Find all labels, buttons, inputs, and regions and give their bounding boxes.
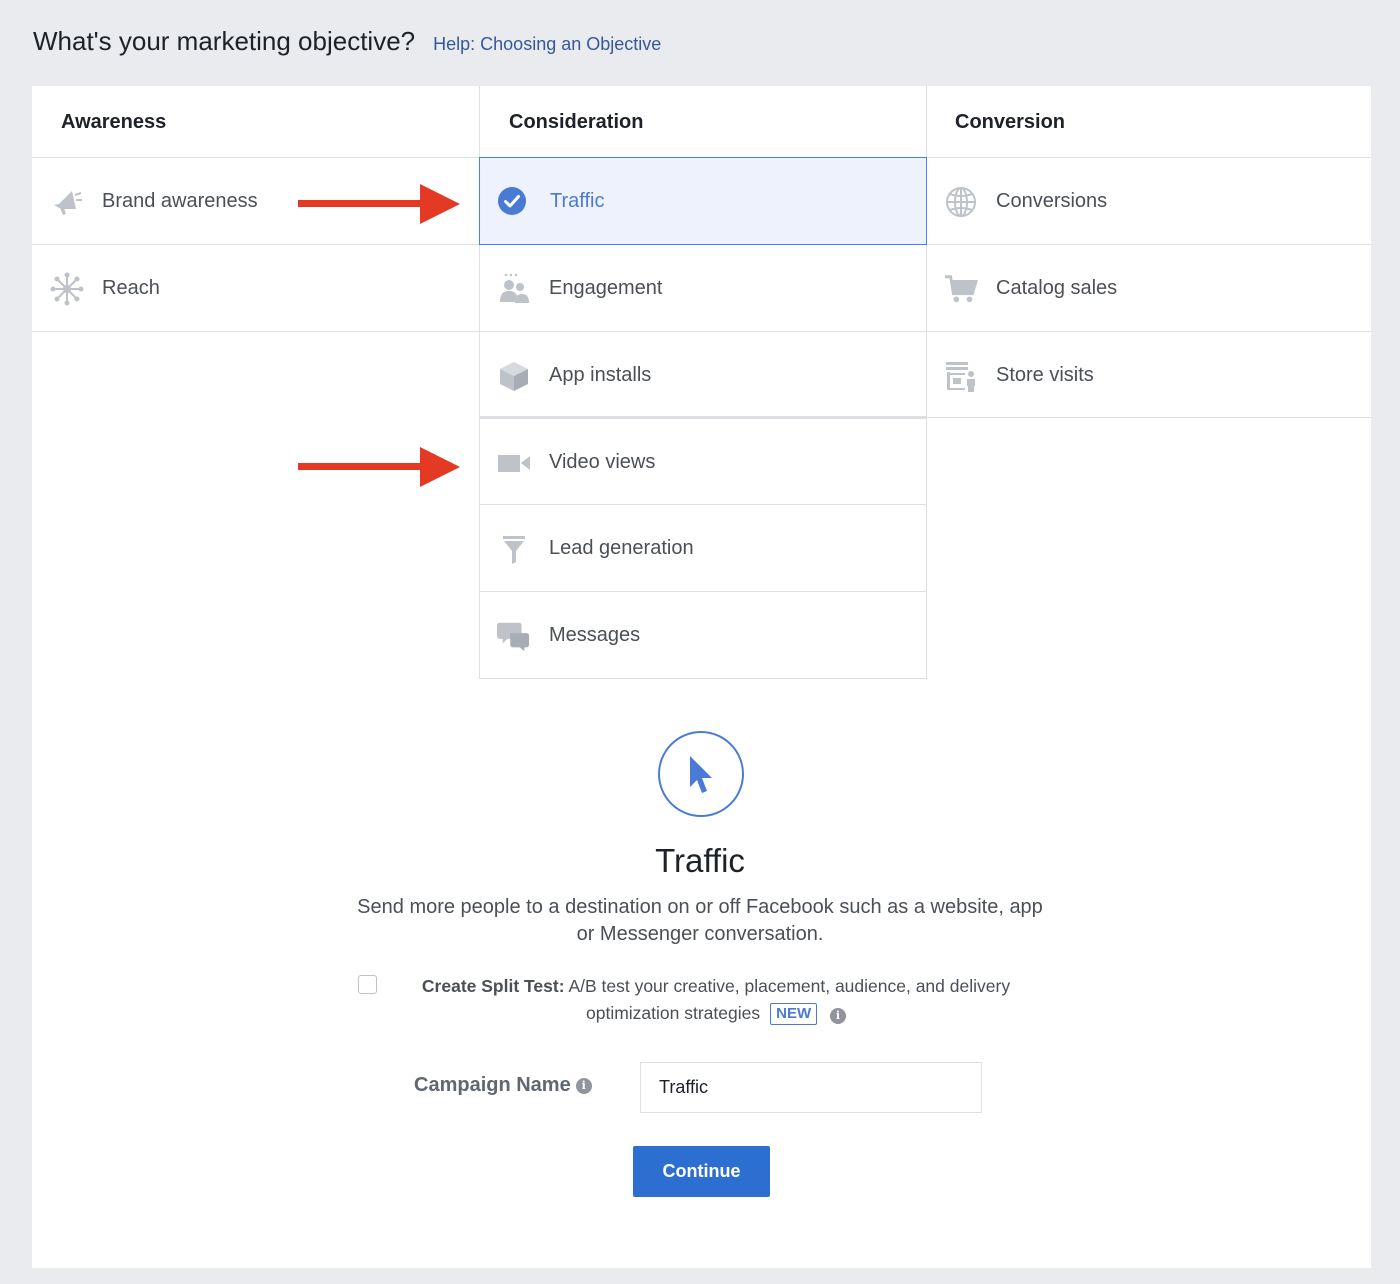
- box-icon: [497, 359, 531, 393]
- video-camera-icon: [497, 446, 531, 480]
- reach-icon: [50, 272, 84, 306]
- objective-label: Store visits: [996, 364, 1094, 386]
- check-circle-icon: [495, 184, 529, 218]
- objective-app-installs[interactable]: App installs: [479, 332, 926, 419]
- column-heading-awareness: Awareness: [61, 110, 167, 133]
- cursor-icon: [658, 731, 744, 817]
- campaign-name-label: Campaign Name i: [414, 1074, 592, 1097]
- objective-lead-generation[interactable]: Lead generation: [479, 505, 926, 592]
- objective-conversions[interactable]: Conversions: [926, 158, 1371, 245]
- objective-label: App installs: [549, 364, 652, 386]
- column-heading-conversion: Conversion: [955, 110, 1066, 133]
- campaign-name-input[interactable]: [640, 1062, 982, 1113]
- chat-bubbles-icon: [497, 619, 531, 653]
- page-title: What's your marketing objective?: [33, 26, 416, 56]
- cart-icon: [944, 272, 978, 306]
- objective-title: Traffic: [655, 842, 745, 879]
- objective-catalog-sales[interactable]: Catalog sales: [926, 245, 1371, 332]
- objective-engagement[interactable]: Engagement: [479, 245, 926, 332]
- funnel-icon: [497, 532, 531, 566]
- continue-button[interactable]: Continue: [633, 1146, 770, 1197]
- objective-label: Conversions: [996, 190, 1108, 212]
- megaphone-icon: [50, 185, 84, 219]
- objective-description: Send more people to a destination on or …: [357, 896, 1043, 945]
- campaign-name-text: Campaign Name: [414, 1074, 571, 1096]
- people-icon: [497, 272, 531, 306]
- page-header: What's your marketing objective? Help: C…: [33, 26, 661, 57]
- annotation-arrow: [298, 447, 460, 487]
- objective-label: Video views: [549, 451, 656, 473]
- objective-label: Messages: [549, 624, 641, 646]
- info-icon[interactable]: i: [830, 1007, 846, 1024]
- objective-label: Lead generation: [549, 537, 694, 559]
- info-icon[interactable]: i: [575, 1077, 592, 1094]
- new-badge: NEW: [770, 1003, 818, 1025]
- split-test-label: Create Split Test:: [421, 976, 565, 996]
- objective-messages[interactable]: Messages: [479, 592, 926, 679]
- split-test-checkbox[interactable]: [358, 975, 377, 994]
- store-icon: [944, 359, 978, 393]
- annotation-arrow: [298, 184, 460, 224]
- globe-icon: [944, 185, 978, 219]
- objective-store-visits[interactable]: Store visits: [926, 332, 1371, 419]
- help-link[interactable]: Help: Choosing an Objective: [433, 34, 661, 55]
- objective-label: Traffic: [550, 189, 605, 212]
- objective-label: Brand awareness: [102, 190, 258, 212]
- objective-label: Engagement: [549, 277, 663, 299]
- objective-reach[interactable]: Reach: [32, 245, 479, 332]
- objective-traffic[interactable]: Traffic: [479, 157, 927, 245]
- objective-video-views[interactable]: Video views: [479, 419, 926, 506]
- column-heading-consideration: Consideration: [509, 110, 644, 133]
- split-test-text: Create Split Test: A/B test your creativ…: [400, 973, 1032, 1027]
- objective-label: Reach: [102, 277, 160, 299]
- objective-label: Catalog sales: [996, 277, 1118, 299]
